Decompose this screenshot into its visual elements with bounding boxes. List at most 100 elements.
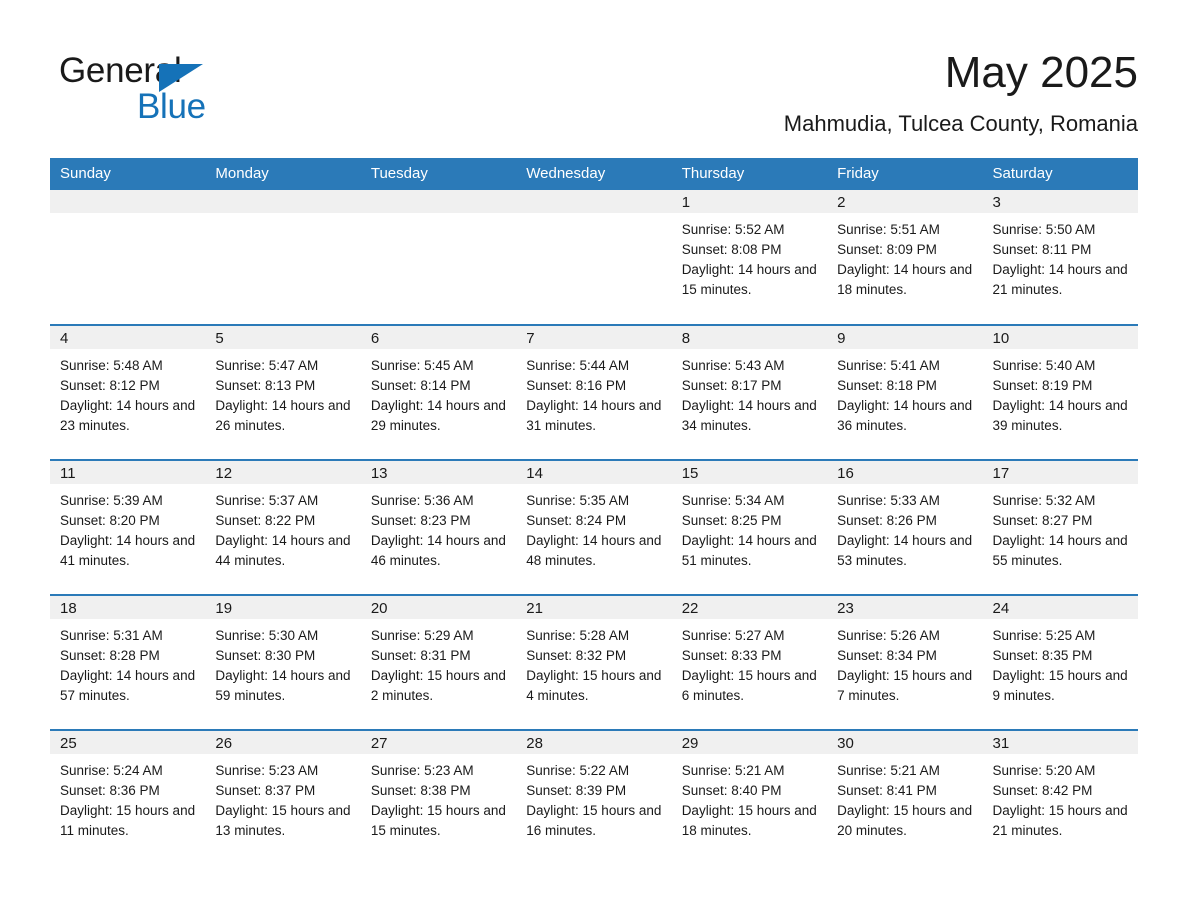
calendar-day-cell[interactable]: 26 Sunrise: 5:23 AM Sunset: 8:37 PM Dayligh… bbox=[205, 729, 361, 865]
day-number: 11 bbox=[50, 461, 206, 484]
calendar-day-cell[interactable]: 13 Sunrise: 5:36 AM Sunset: 8:23 PM Dayligh… bbox=[360, 459, 517, 595]
sunset-text: Sunset: 8:36 PM bbox=[60, 783, 160, 798]
sunset-text: Sunset: 8:31 PM bbox=[370, 648, 471, 663]
calendar-day-cell[interactable]: 23 Sunrise: 5:26 AM Sunset: 8:34 PM Dayligh… bbox=[827, 594, 983, 730]
daylight-text: Daylight: 14 hours and 41 minutes. bbox=[60, 533, 196, 568]
sunrise-text: Sunrise: 5:22 AM bbox=[526, 763, 630, 778]
calendar-day-cell[interactable]: 2 Sunrise: 5:51 AM Sunset: 8:09 PM Daylight… bbox=[827, 190, 983, 325]
day-number: 4 bbox=[50, 326, 206, 349]
daylight-text: Daylight: 15 hours and 13 minutes. bbox=[215, 803, 351, 838]
calendar-day-cell[interactable]: 10 Sunrise: 5:40 AM Sunset: 8:19 PM Dayligh… bbox=[982, 324, 1138, 460]
day-number: 8 bbox=[671, 326, 828, 349]
calendar-day-cell[interactable]: 7 Sunrise: 5:44 AM Sunset: 8:16 PM Daylight… bbox=[516, 324, 672, 460]
day-details: Sunrise: 5:47 AM Sunset: 8:13 PM Daylight:… bbox=[205, 349, 360, 436]
calendar-day-cell[interactable]: 20 Sunrise: 5:29 AM Sunset: 8:31 PM Dayligh… bbox=[360, 594, 517, 730]
sunrise-text: Sunrise: 5:51 AM bbox=[837, 222, 940, 237]
weekday-header-friday: Friday bbox=[827, 158, 983, 190]
day-number: 21 bbox=[516, 596, 672, 619]
page-header: General Blue May 2025 Mahmudia, Tulcea C… bbox=[50, 46, 1138, 146]
calendar-day-cell[interactable]: 6 Sunrise: 5:45 AM Sunset: 8:14 PM Daylight… bbox=[360, 324, 517, 460]
calendar-day-cell[interactable]: 18 Sunrise: 5:31 AM Sunset: 8:28 PM Dayligh… bbox=[50, 594, 206, 730]
sunset-text: Sunset: 8:17 PM bbox=[681, 378, 782, 393]
daylight-text: Daylight: 15 hours and 20 minutes. bbox=[837, 803, 973, 838]
calendar-day-cell[interactable]: 24 Sunrise: 5:25 AM Sunset: 8:35 PM Dayligh… bbox=[982, 594, 1138, 730]
daylight-text: Daylight: 14 hours and 34 minutes. bbox=[681, 398, 817, 433]
calendar-day-cell[interactable]: 16 Sunrise: 5:33 AM Sunset: 8:26 PM Dayligh… bbox=[827, 459, 983, 595]
calendar-day-cell[interactable]: 27 Sunrise: 5:23 AM Sunset: 8:38 PM Dayligh… bbox=[360, 729, 517, 865]
daylight-text: Daylight: 14 hours and 46 minutes. bbox=[370, 533, 506, 568]
calendar-day-cell[interactable]: 28 Sunrise: 5:22 AM Sunset: 8:39 PM Dayligh… bbox=[516, 729, 672, 865]
calendar-day-cell[interactable]: 1 Sunrise: 5:52 AM Sunset: 8:08 PM Daylight… bbox=[671, 190, 828, 325]
day-number: 20 bbox=[360, 596, 517, 619]
day-number: 10 bbox=[982, 326, 1138, 349]
daylight-text: Daylight: 14 hours and 15 minutes. bbox=[681, 262, 817, 297]
sunset-text: Sunset: 8:13 PM bbox=[215, 378, 316, 393]
sunset-text: Sunset: 8:40 PM bbox=[681, 783, 782, 798]
daylight-text: Daylight: 14 hours and 59 minutes. bbox=[215, 668, 351, 703]
calendar-day-cell[interactable]: 5 Sunrise: 5:47 AM Sunset: 8:13 PM Daylight… bbox=[205, 324, 361, 460]
day-details: Sunrise: 5:29 AM Sunset: 8:31 PM Daylight:… bbox=[361, 619, 516, 706]
day-number: 14 bbox=[516, 461, 672, 484]
calendar-day-cell[interactable]: 11 Sunrise: 5:39 AM Sunset: 8:20 PM Dayligh… bbox=[50, 459, 206, 595]
day-number: 3 bbox=[982, 190, 1138, 213]
day-number: 26 bbox=[205, 731, 361, 754]
calendar-week-row: 4 Sunrise: 5:48 AM Sunset: 8:12 PM Daylight… bbox=[50, 324, 1138, 460]
sunrise-text: Sunrise: 5:45 AM bbox=[370, 358, 474, 373]
sunset-text: Sunset: 8:11 PM bbox=[992, 242, 1092, 257]
calendar-day-cell[interactable]: 29 Sunrise: 5:21 AM Sunset: 8:40 PM Dayligh… bbox=[671, 729, 828, 865]
day-details: Sunrise: 5:34 AM Sunset: 8:25 PM Daylight:… bbox=[672, 484, 827, 571]
day-details: Sunrise: 5:39 AM Sunset: 8:20 PM Daylight:… bbox=[50, 484, 205, 571]
sunrise-text: Sunrise: 5:32 AM bbox=[992, 493, 1096, 508]
day-details: Sunrise: 5:28 AM Sunset: 8:32 PM Daylight:… bbox=[516, 619, 671, 706]
day-number: 12 bbox=[205, 461, 361, 484]
daylight-text: Daylight: 14 hours and 51 minutes. bbox=[681, 533, 817, 568]
calendar-day-cell[interactable]: 14 Sunrise: 5:35 AM Sunset: 8:24 PM Dayligh… bbox=[516, 459, 672, 595]
day-number: 17 bbox=[982, 461, 1138, 484]
calendar-day-cell[interactable]: 25 Sunrise: 5:24 AM Sunset: 8:36 PM Dayligh… bbox=[50, 729, 206, 865]
daylight-text: Daylight: 14 hours and 31 minutes. bbox=[526, 398, 662, 433]
calendar-week-row: 18 Sunrise: 5:31 AM Sunset: 8:28 PM Dayligh… bbox=[50, 594, 1138, 730]
day-details: Sunrise: 5:51 AM Sunset: 8:09 PM Daylight:… bbox=[827, 213, 982, 300]
sunset-text: Sunset: 8:38 PM bbox=[370, 783, 471, 798]
sunset-text: Sunset: 8:09 PM bbox=[837, 242, 937, 257]
day-number bbox=[205, 190, 361, 213]
sunrise-text: Sunrise: 5:39 AM bbox=[60, 493, 163, 508]
day-number: 22 bbox=[671, 596, 828, 619]
calendar-day-cell[interactable]: 3 Sunrise: 5:50 AM Sunset: 8:11 PM Daylight… bbox=[982, 190, 1138, 325]
weekday-header-tuesday: Tuesday bbox=[360, 158, 517, 190]
calendar-day-cell[interactable]: 4 Sunrise: 5:48 AM Sunset: 8:12 PM Daylight… bbox=[50, 324, 206, 460]
sunrise-text: Sunrise: 5:40 AM bbox=[992, 358, 1096, 373]
calendar-day-cell[interactable]: 22 Sunrise: 5:27 AM Sunset: 8:33 PM Dayligh… bbox=[671, 594, 828, 730]
calendar-day-cell[interactable]: 15 Sunrise: 5:34 AM Sunset: 8:25 PM Dayligh… bbox=[671, 459, 828, 595]
generalblue-logo[interactable]: General Blue bbox=[59, 52, 319, 130]
sunset-text: Sunset: 8:18 PM bbox=[837, 378, 937, 393]
calendar-day-cell[interactable]: 19 Sunrise: 5:30 AM Sunset: 8:30 PM Dayligh… bbox=[205, 594, 361, 730]
daylight-text: Daylight: 15 hours and 18 minutes. bbox=[681, 803, 817, 838]
day-number: 7 bbox=[516, 326, 672, 349]
calendar-day-cell[interactable]: 8 Sunrise: 5:43 AM Sunset: 8:17 PM Daylight… bbox=[671, 324, 828, 460]
sunrise-text: Sunrise: 5:37 AM bbox=[215, 493, 319, 508]
calendar-day-cell[interactable]: 9 Sunrise: 5:41 AM Sunset: 8:18 PM Daylight… bbox=[827, 324, 983, 460]
weekday-header-monday: Monday bbox=[205, 158, 361, 190]
day-details: Sunrise: 5:23 AM Sunset: 8:38 PM Daylight:… bbox=[361, 754, 516, 841]
day-number: 31 bbox=[982, 731, 1138, 754]
calendar-day-cell[interactable]: 12 Sunrise: 5:37 AM Sunset: 8:22 PM Dayligh… bbox=[205, 459, 361, 595]
day-number: 9 bbox=[827, 326, 983, 349]
day-details: Sunrise: 5:50 AM Sunset: 8:11 PM Daylight:… bbox=[983, 213, 1138, 300]
calendar-day-cell[interactable]: 30 Sunrise: 5:21 AM Sunset: 8:41 PM Dayligh… bbox=[827, 729, 983, 865]
daylight-text: Daylight: 15 hours and 11 minutes. bbox=[60, 803, 196, 838]
calendar-day-cell[interactable]: 21 Sunrise: 5:28 AM Sunset: 8:32 PM Dayligh… bbox=[516, 594, 672, 730]
daylight-text: Daylight: 14 hours and 48 minutes. bbox=[526, 533, 662, 568]
daylight-text: Daylight: 14 hours and 23 minutes. bbox=[60, 398, 196, 433]
sunrise-text: Sunrise: 5:21 AM bbox=[681, 763, 785, 778]
day-details: Sunrise: 5:26 AM Sunset: 8:34 PM Daylight:… bbox=[827, 619, 982, 706]
sunrise-text: Sunrise: 5:48 AM bbox=[60, 358, 163, 373]
day-details: Sunrise: 5:41 AM Sunset: 8:18 PM Daylight:… bbox=[827, 349, 982, 436]
daylight-text: Daylight: 15 hours and 6 minutes. bbox=[681, 668, 817, 703]
sunrise-text: Sunrise: 5:26 AM bbox=[837, 628, 940, 643]
calendar-day-cell[interactable]: 31 Sunrise: 5:20 AM Sunset: 8:42 PM Dayligh… bbox=[982, 729, 1138, 865]
day-details: Sunrise: 5:45 AM Sunset: 8:14 PM Daylight:… bbox=[361, 349, 516, 436]
sunset-text: Sunset: 8:35 PM bbox=[992, 648, 1093, 663]
calendar-day-cell[interactable]: 17 Sunrise: 5:32 AM Sunset: 8:27 PM Dayligh… bbox=[982, 459, 1138, 595]
daylight-text: Daylight: 15 hours and 2 minutes. bbox=[370, 668, 506, 703]
